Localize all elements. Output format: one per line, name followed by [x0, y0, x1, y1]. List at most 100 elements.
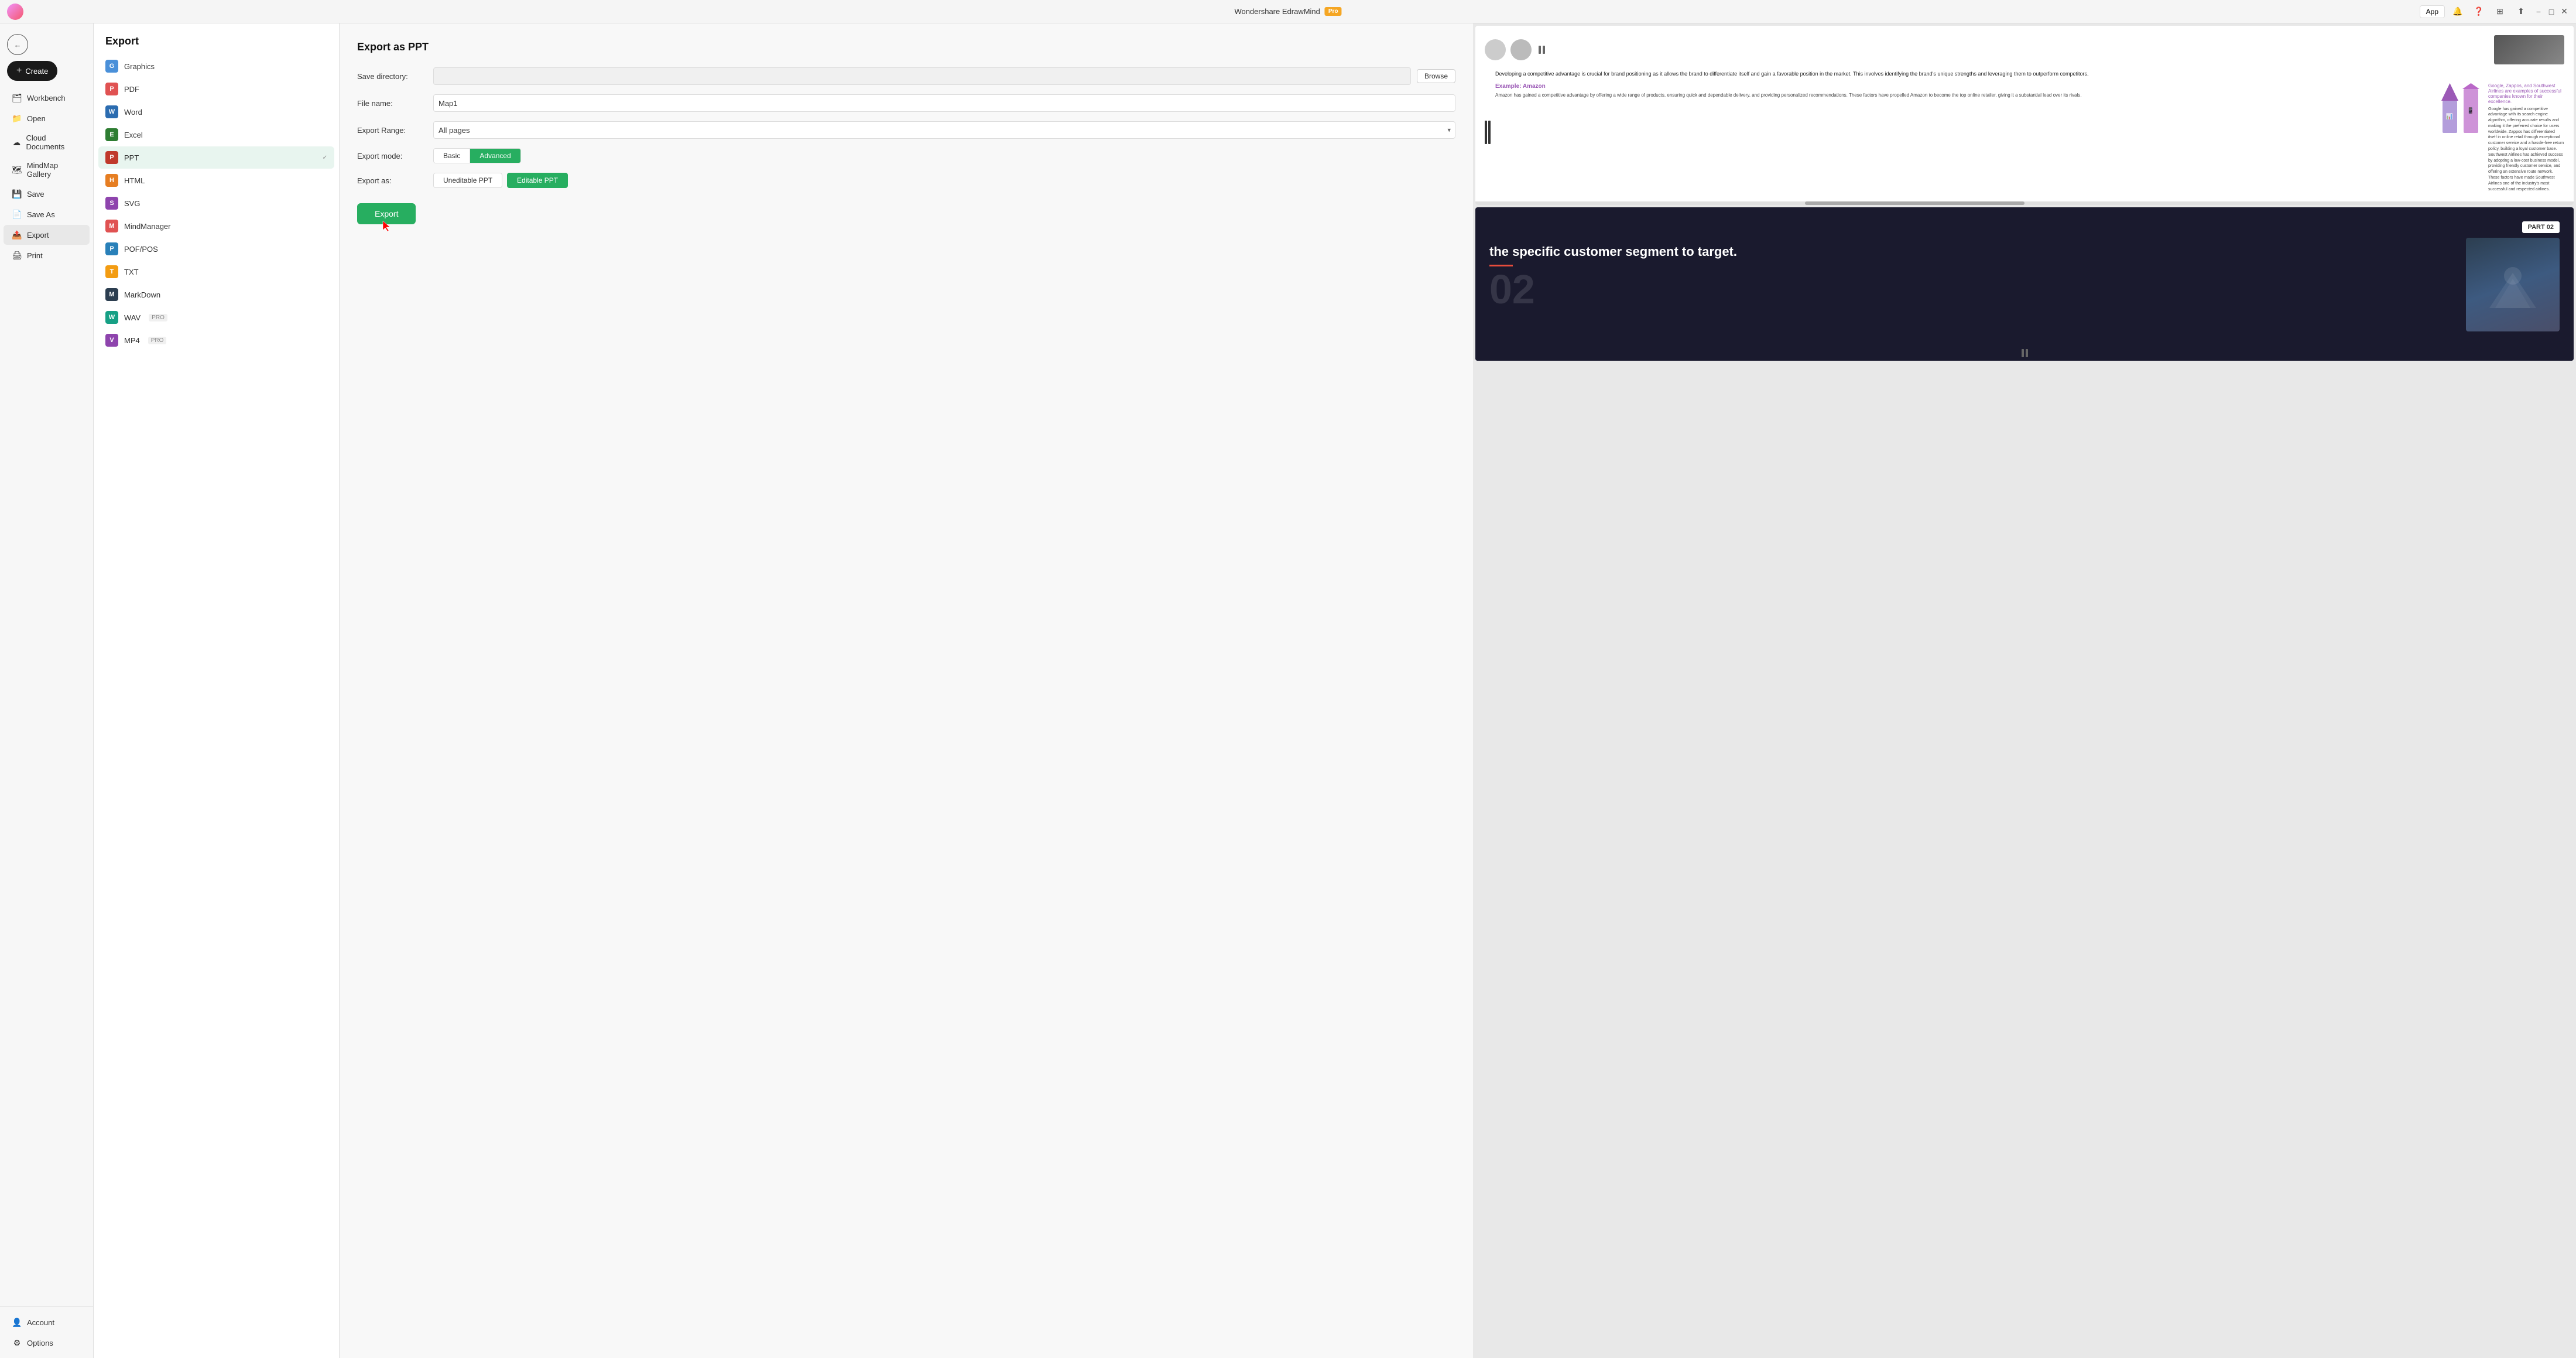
sidebar-item-workbench[interactable]: 🗂 Workbench: [4, 88, 90, 108]
app-title: Wondershare EdrawMind: [1234, 7, 1320, 16]
txt-format-icon: T: [105, 265, 118, 278]
format-item-html[interactable]: H HTML: [98, 169, 334, 191]
format-item-mindmanager[interactable]: M MindManager: [98, 215, 334, 237]
format-label: TXT: [124, 268, 139, 276]
export-range-select[interactable]: All pages Current page: [433, 121, 1455, 139]
browse-button[interactable]: Browse: [1417, 69, 1455, 83]
sidebar-item-label: Cloud Documents: [26, 134, 81, 151]
arrows-svg: 📊 📱: [2441, 83, 2482, 136]
share-icon[interactable]: ⬆: [2513, 4, 2529, 20]
format-item-graphics[interactable]: G Graphics: [98, 55, 334, 77]
export-icon: 📤: [12, 230, 22, 240]
export-as-row: Export as: Uneditable PPT Editable PPT: [357, 173, 1455, 188]
format-item-svg[interactable]: S SVG: [98, 192, 334, 214]
sidebar-item-export[interactable]: 📤 Export: [4, 225, 90, 245]
uneditable-ppt-button[interactable]: Uneditable PPT: [433, 173, 502, 188]
sidebar-item-open[interactable]: 📁 Open: [4, 108, 90, 128]
app-button[interactable]: App: [2420, 5, 2445, 18]
window-controls: − □ ✕: [2534, 7, 2569, 16]
workbench-icon: 🗂: [12, 93, 22, 103]
example-right: Google, Zappos, and Southwest Airlines a…: [2488, 83, 2564, 193]
save-dir-label: Save directory:: [357, 72, 427, 81]
sidebar-item-options[interactable]: ⚙ Options: [4, 1333, 90, 1353]
sidebar-item-print[interactable]: 🖨 Print: [4, 245, 90, 265]
minimize-button[interactable]: −: [2534, 7, 2543, 16]
pofpos-format-icon: P: [105, 242, 118, 255]
sidebar-item-cloud[interactable]: ☁ Cloud Documents: [4, 129, 90, 156]
wav-pro-tag: PRO: [149, 314, 167, 321]
grid-icon[interactable]: ⊞: [2492, 4, 2508, 20]
right-body-text: Google has gained a competitive advantag…: [2488, 107, 2564, 193]
create-label: Create: [25, 67, 48, 76]
format-label: PPT: [124, 153, 139, 162]
help-icon[interactable]: ❓: [2471, 4, 2487, 20]
sidebar-item-mindmap[interactable]: 🗺 MindMap Gallery: [4, 156, 90, 183]
active-indicator: ✓: [323, 155, 327, 161]
format-item-ppt[interactable]: P PPT ✓: [98, 146, 334, 169]
format-label: HTML: [124, 176, 145, 185]
mode-basic-button[interactable]: Basic: [434, 149, 470, 163]
slide2-image: [2466, 238, 2560, 331]
notification-icon[interactable]: 🔔: [2450, 4, 2466, 20]
format-label: SVG: [124, 199, 140, 208]
export-type-group: Uneditable PPT Editable PPT: [433, 173, 568, 188]
pause-indicator-left: [1485, 73, 1491, 192]
format-item-pdf[interactable]: P PDF: [98, 78, 334, 100]
scrollbar-thumb: [1805, 201, 2025, 205]
format-item-mp4[interactable]: V MP4 PRO: [98, 329, 334, 351]
format-item-word[interactable]: W Word: [98, 101, 334, 123]
main-container: ← + Create 🗂 Workbench 📁 Open ☁ Cloud Do…: [0, 23, 2576, 1358]
export-mode-row: Export mode: Basic Advanced: [357, 148, 1455, 163]
slide1-scrollbar[interactable]: [1475, 201, 2574, 205]
user-avatar: [7, 4, 23, 20]
export-format-panel: Export G Graphics P PDF W Word E Excel P…: [94, 23, 340, 1358]
saveas-icon: 📄: [12, 209, 22, 220]
slide2-heading: the specific customer segment to target.: [1489, 244, 2452, 261]
circle1: [1485, 39, 1506, 60]
titlebar: Wondershare EdrawMind Pro App 🔔 ❓ ⊞ ⬆ − …: [0, 0, 2576, 23]
format-item-wav[interactable]: W WAV PRO: [98, 306, 334, 329]
slide1-main: Developing a competitive advantage is cr…: [1485, 70, 2564, 192]
slide2-pause: [1475, 346, 2574, 361]
close-button[interactable]: ✕: [2560, 7, 2569, 16]
format-item-excel[interactable]: E Excel: [98, 124, 334, 146]
save-dir-input[interactable]: [433, 67, 1411, 85]
mindmap-icon: 🗺: [12, 165, 22, 175]
sidebar-item-label: MindMap Gallery: [27, 161, 81, 179]
preview-area: Developing a competitive advantage is cr…: [1473, 23, 2576, 1358]
create-button[interactable]: + Create: [7, 61, 57, 81]
mp4-format-icon: V: [105, 334, 118, 347]
back-button[interactable]: ←: [7, 34, 28, 55]
format-label: WAV: [124, 313, 141, 322]
export-range-select-wrapper: All pages Current page: [433, 121, 1455, 139]
create-plus-icon: +: [16, 66, 22, 76]
slide2-right: PART 02: [2466, 221, 2560, 331]
sidebar-item-save[interactable]: 💾 Save: [4, 184, 90, 204]
export-content-area: Export as PPT Save directory: Browse Fil…: [340, 23, 1473, 1358]
example-amazon-label: Example: Amazon: [1495, 83, 2435, 90]
editable-ppt-button[interactable]: Editable PPT: [507, 173, 568, 188]
file-name-input[interactable]: [433, 94, 1455, 112]
right-header-text: Google, Zappos, and Southwest Airlines a…: [2488, 83, 2564, 104]
format-item-txt[interactable]: T TXT: [98, 261, 334, 283]
sidebar-item-saveas[interactable]: 📄 Save As: [4, 204, 90, 224]
sidebar-item-account[interactable]: 👤 Account: [4, 1312, 90, 1332]
format-item-pofpos[interactable]: P POF/POS: [98, 238, 334, 260]
format-item-markdown[interactable]: M MarkDown: [98, 283, 334, 306]
format-label: PDF: [124, 85, 139, 94]
sidebar: ← + Create 🗂 Workbench 📁 Open ☁ Cloud Do…: [0, 23, 94, 1358]
format-label: Excel: [124, 131, 143, 139]
maximize-button[interactable]: □: [2547, 7, 2556, 16]
open-icon: 📁: [12, 113, 22, 124]
export-content-title: Export as PPT: [357, 41, 1455, 53]
export-range-label: Export Range:: [357, 126, 427, 135]
cursor-pointer: [381, 220, 392, 234]
mode-advanced-button[interactable]: Advanced: [470, 149, 520, 163]
export-mode-group: Basic Advanced: [433, 148, 521, 163]
slide1-heading: Developing a competitive advantage is cr…: [1495, 70, 2564, 78]
format-label: MindManager: [124, 222, 171, 231]
graphics-format-icon: G: [105, 60, 118, 73]
slide1-content: Developing a competitive advantage is cr…: [1475, 26, 2574, 201]
file-name-label: File name:: [357, 99, 427, 108]
slide1-image: [2494, 35, 2564, 64]
